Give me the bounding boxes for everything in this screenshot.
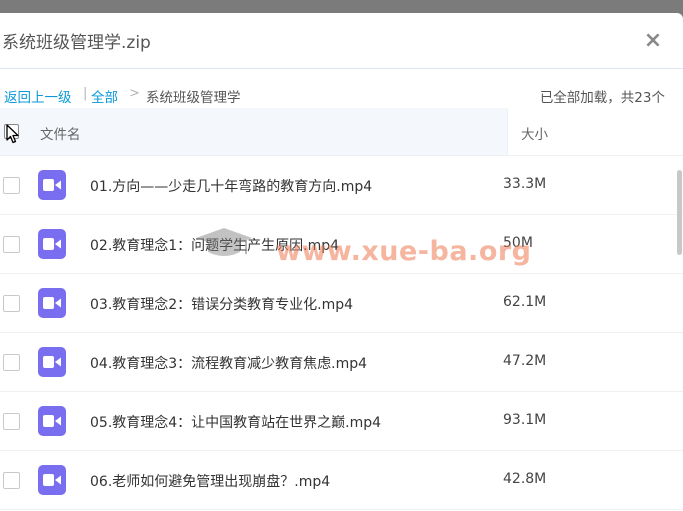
file-list: 01.方向——少走几十年弯路的教育方向.mp4 33.3M 02.教育理念1：问题学… <box>0 156 683 510</box>
header-size: 大小 <box>521 127 548 143</box>
breadcrumb-current: 系统班级管理学 <box>146 90 241 106</box>
close-icon[interactable]: × <box>641 29 665 53</box>
breadcrumb-arrow: > <box>129 86 140 101</box>
video-file-icon <box>38 229 66 259</box>
dialog-title: 系统班级管理学.zip <box>2 33 151 53</box>
file-size: 47.2M <box>503 353 547 369</box>
table-row[interactable]: 06.老师如何避免管理出现崩盘？.mp4 42.8M <box>0 451 683 510</box>
file-size: 93.1M <box>503 412 547 428</box>
file-size: 33.3M <box>503 176 547 192</box>
file-size: 62.1M <box>503 294 547 310</box>
table-row[interactable]: 01.方向——少走几十年弯路的教育方向.mp4 33.3M <box>0 156 683 215</box>
video-file-icon <box>38 170 66 200</box>
file-name[interactable]: 05.教育理念4：让中国教育站在世界之巅.mp4 <box>90 412 381 432</box>
video-file-icon <box>38 465 66 495</box>
all-link[interactable]: 全部 <box>91 86 118 106</box>
scrollbar-thumb[interactable] <box>677 170 682 255</box>
row-checkbox[interactable] <box>3 236 20 253</box>
file-size: 42.8M <box>503 471 547 487</box>
table-header: 文件名 大小 <box>0 108 683 156</box>
row-checkbox[interactable] <box>3 472 20 489</box>
header-name: 文件名 <box>40 127 81 143</box>
table-row[interactable]: 04.教育理念3：流程教育减少教育焦虑.mp4 47.2M <box>0 333 683 392</box>
row-checkbox[interactable] <box>3 177 20 194</box>
video-file-icon <box>38 347 66 377</box>
back-link[interactable]: 返回上一级 <box>4 86 72 106</box>
mouse-cursor-icon <box>6 124 19 144</box>
file-size: 50M <box>503 235 533 251</box>
table-row[interactable]: 02.教育理念1：问题学生产生原因.mp4 50M <box>0 215 683 274</box>
file-name[interactable]: 02.教育理念1：问题学生产生原因.mp4 <box>90 235 339 255</box>
breadcrumb-divider: | <box>83 86 88 101</box>
file-name[interactable]: 06.老师如何避免管理出现崩盘？.mp4 <box>90 471 330 491</box>
load-status: 已全部加载，共23个 <box>539 90 665 106</box>
video-file-icon <box>38 288 66 318</box>
table-row[interactable]: 05.教育理念4：让中国教育站在世界之巅.mp4 93.1M <box>0 392 683 451</box>
file-name[interactable]: 01.方向——少走几十年弯路的教育方向.mp4 <box>90 176 372 196</box>
table-row[interactable]: 03.教育理念2：错误分类教育专业化.mp4 62.1M <box>0 274 683 333</box>
file-name[interactable]: 04.教育理念3：流程教育减少教育焦虑.mp4 <box>90 353 367 373</box>
dialog-title-bar: 系统班级管理学.zip × <box>0 13 683 69</box>
file-name[interactable]: 03.教育理念2：错误分类教育专业化.mp4 <box>90 294 353 314</box>
row-checkbox[interactable] <box>3 295 20 312</box>
row-checkbox[interactable] <box>3 354 20 371</box>
video-file-icon <box>38 406 66 436</box>
row-checkbox[interactable] <box>3 413 20 430</box>
